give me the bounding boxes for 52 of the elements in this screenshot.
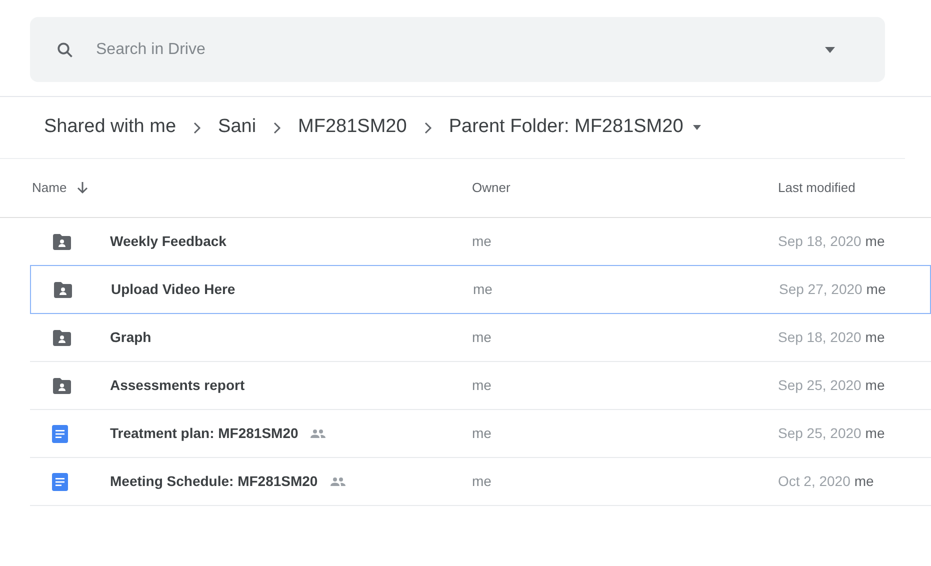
- file-name: Assessments report: [110, 376, 245, 395]
- file-row[interactable]: Graph me Sep 18, 2020 me: [30, 314, 931, 362]
- search-icon: [56, 40, 74, 58]
- shared-folder-icon: [52, 232, 72, 250]
- file-row[interactable]: Weekly Feedback me Sep 18, 2020 me: [30, 218, 931, 266]
- dropdown-caret-icon: [693, 125, 702, 130]
- modifier-cell-text: me: [854, 472, 874, 491]
- sort-arrow-icon: [76, 182, 88, 194]
- file-name: Treatment plan: MF281SM20: [110, 424, 298, 443]
- shared-folder-icon: [52, 376, 72, 394]
- search-field[interactable]: Search in Drive: [96, 38, 825, 62]
- date-cell-text: Sep 18, 2020: [778, 328, 862, 347]
- document-icon: [52, 472, 68, 490]
- column-header[interactable]: Owner: [472, 180, 510, 196]
- owner-cell-text: me: [472, 232, 492, 251]
- owner-cell-text: me: [472, 328, 492, 347]
- owner-cell-text: me: [472, 376, 492, 395]
- modifier-cell-text: me: [865, 232, 885, 251]
- date-cell-text: Sep 25, 2020: [778, 376, 862, 395]
- file-name: Weekly Feedback: [110, 232, 226, 251]
- file-row[interactable]: Assessments report me Sep 25, 2020 me: [30, 362, 931, 410]
- owner-cell-text: me: [472, 472, 492, 491]
- chevron-icon: [273, 122, 282, 134]
- file-row[interactable]: Meeting Schedule: MF281SM20 me Oct 2, 2020 me: [30, 458, 931, 506]
- search-bar[interactable]: Search in Drive: [30, 17, 885, 82]
- document-icon: [52, 424, 68, 442]
- file-row[interactable]: Upload Video Here me Sep 27, 2020 me: [30, 265, 931, 314]
- date-cell-text: Sep 18, 2020: [778, 232, 862, 251]
- shared-folder-icon: [52, 328, 72, 346]
- file-name: Graph: [110, 328, 152, 347]
- chevron-icon: [424, 122, 432, 134]
- chevron-icon: [193, 122, 202, 134]
- date-cell-text: Sep 25, 2020: [778, 424, 862, 443]
- column-header[interactable]: Name: [32, 178, 67, 198]
- shared-folder-icon: [53, 280, 73, 298]
- owner-cell-text: me: [472, 424, 492, 443]
- breadcrumb-item[interactable]: Shared with me: [44, 113, 176, 142]
- file-name: Meeting Schedule: MF281SM20: [110, 472, 318, 491]
- date-cell-text: Sep 27, 2020: [779, 280, 862, 299]
- owner-cell-text: me: [473, 280, 494, 299]
- breadcrumb-item[interactable]: MF281SM20: [298, 113, 407, 142]
- modifier-cell-text: me: [866, 280, 886, 299]
- modifier-cell-text: me: [865, 424, 885, 443]
- file-name: Upload Video Here: [111, 280, 236, 299]
- date-cell-text: Oct 2, 2020: [778, 472, 850, 491]
- breadcrumb-item[interactable]: Sani: [218, 113, 256, 142]
- file-row[interactable]: Treatment plan: MF281SM20 me Sep 25, 2020 me: [30, 410, 931, 458]
- dropdown-caret-icon: [825, 46, 835, 52]
- breadcrumb-item[interactable]: Parent Folder: MF281SM20: [448, 113, 684, 142]
- modifier-cell-text: me: [865, 328, 885, 347]
- modifier-cell-text: me: [865, 376, 885, 395]
- column-header[interactable]: Last modified: [778, 180, 856, 196]
